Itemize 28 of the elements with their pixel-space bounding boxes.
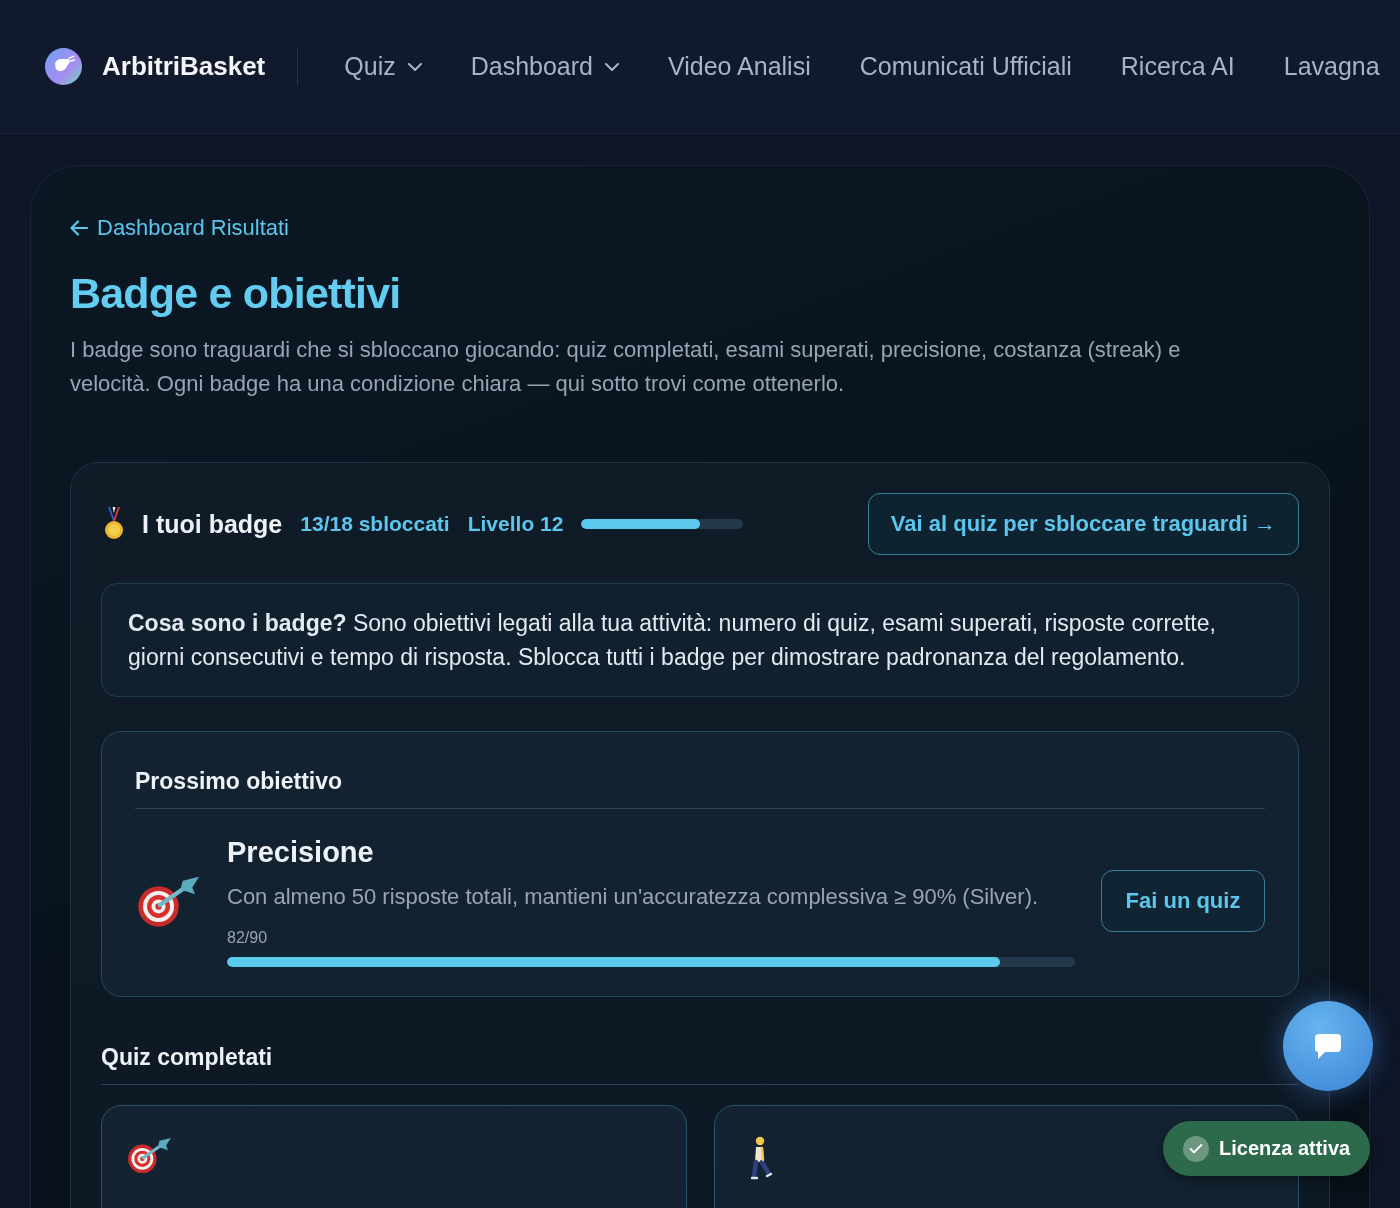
panel-title: I tuoi badge [142,509,283,539]
dart-target-icon [126,1136,172,1174]
next-goal-heading: Prossimo obiettivo [135,767,1265,809]
unlocked-count: 13/18 sbloccati [300,512,450,536]
nav-link[interactable]: Ricerca AI [1120,52,1235,81]
nav-link[interactable]: Comunicati Ufficiali [859,52,1072,81]
goal-progress-count: 82/90 [227,928,268,948]
brand-name[interactable]: ArbitriBasket [102,51,266,82]
goal-title: Precisione [227,835,375,870]
quiz-cta-button[interactable]: Vai al quiz per sbloccare traguardi → [867,493,1299,555]
info-note: Cosa sono i badge? Sono obiettivi legati alla tua attività: numero di quiz, esami superati, risposte corrette, giorni consecutivi e tempo di risposta. Sblocca tutti i badge per dimostrare padronanza del regolamento. [101,583,1299,697]
walking-person-icon [749,1136,774,1180]
nav-link[interactable]: Lavagna [1283,52,1380,81]
medal-icon [104,507,124,541]
back-link[interactable]: Dashboard Risultati [70,215,289,241]
level-label: Livello 12 [467,512,564,536]
logo-icon [45,48,82,85]
nav-link[interactable]: Dashboard [470,52,619,81]
chat-bubble-icon [1314,1032,1342,1060]
nav-link[interactable]: Video Analisi [668,52,811,81]
check-circle-icon [1183,1135,1209,1162]
arrow-left-icon [70,220,88,236]
take-quiz-button[interactable]: Fai un quiz [1101,869,1265,932]
goal-description: Con almeno 50 risposte totali, mantieni un'accuratezza complessiva ≥ 90% (Silver). [227,883,1040,911]
nav-link[interactable]: Quiz [344,52,422,81]
page-description: I badge sono traguardi che si sbloccano giocando: quiz completati, esami superati, precisione, costanza (streak) e velocità. Ogni badge ha una condizione chiara — qui sotto trovi come ottenerlo. [70,336,1182,398]
license-status-toast: Licenza attiva [1163,1121,1371,1176]
page-title: Badge e obiettivi [70,268,402,319]
